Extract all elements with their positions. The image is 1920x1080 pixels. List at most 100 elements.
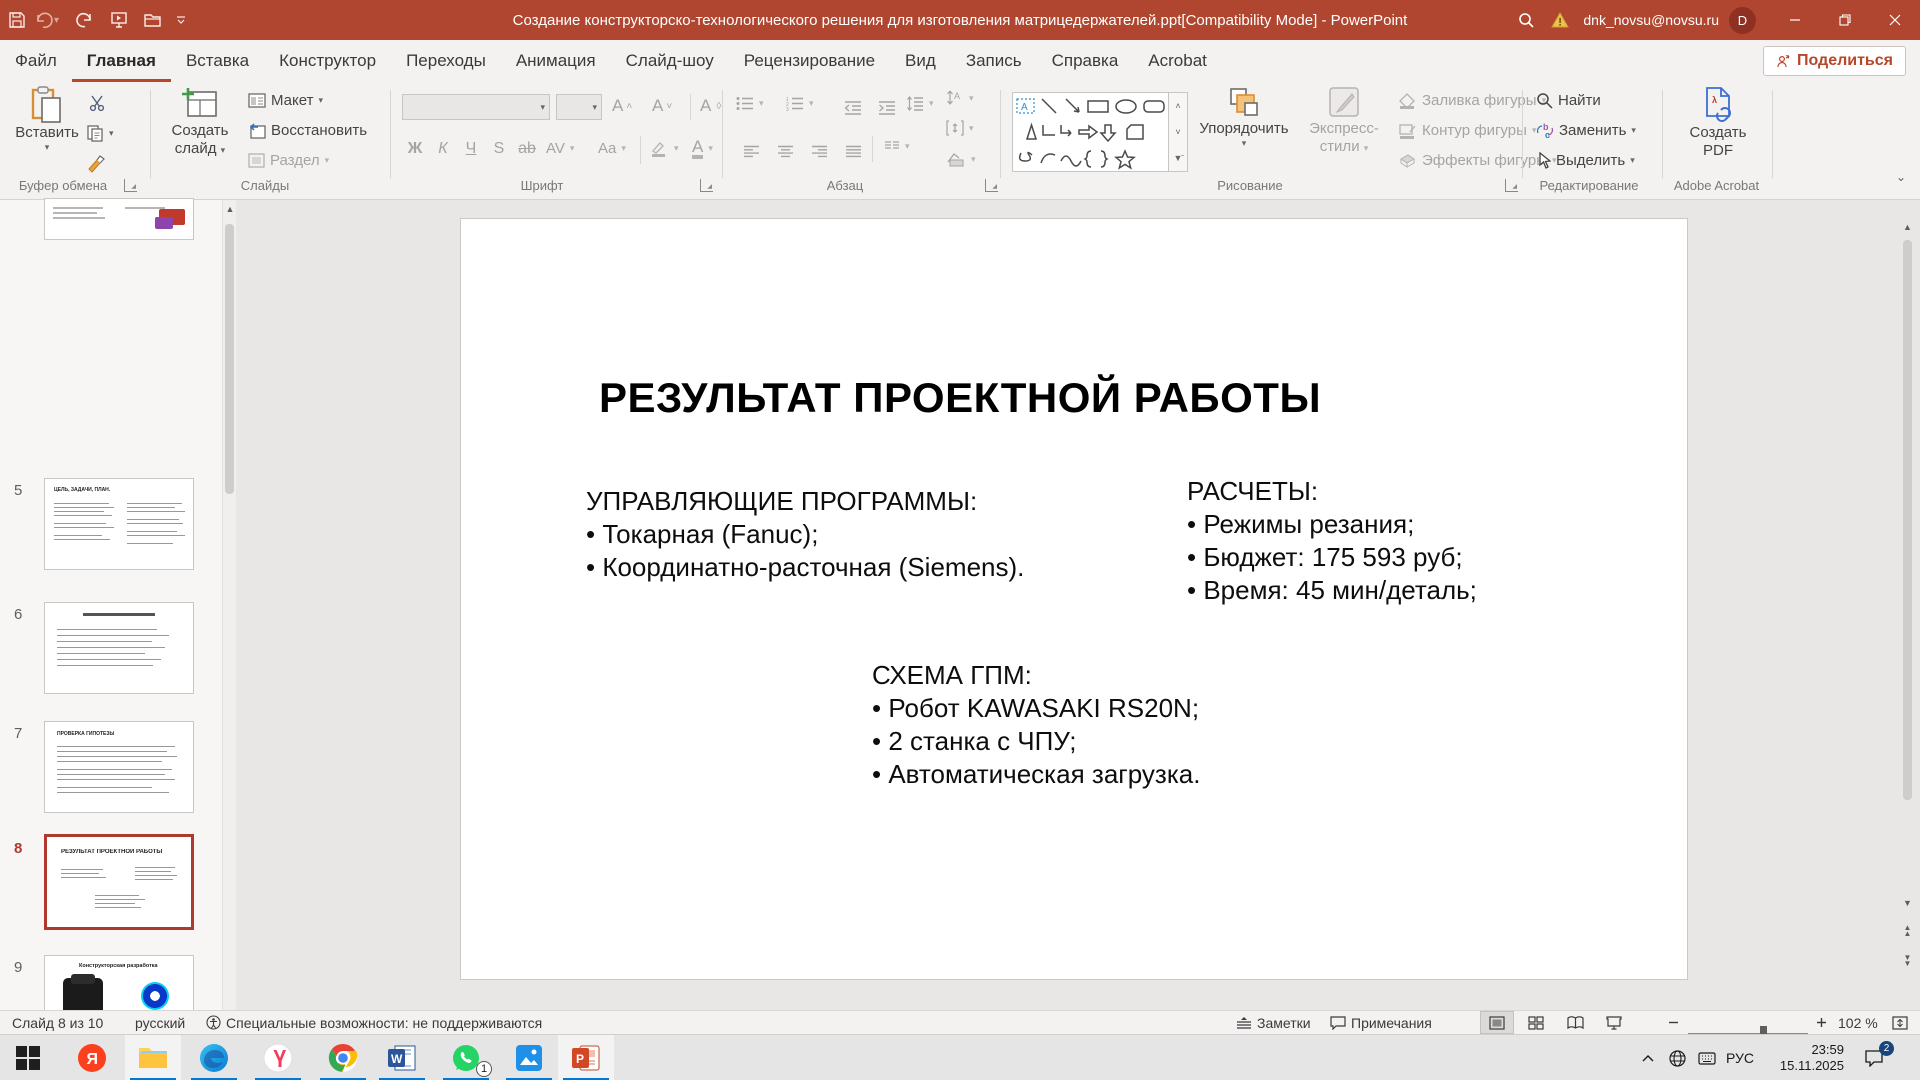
shapes-scroll-up-icon[interactable]: ˄	[1168, 93, 1187, 119]
thumbnail-scrollbar[interactable]: ▲	[222, 200, 236, 1010]
italic-button[interactable]: К	[430, 136, 456, 162]
tab-review[interactable]: Рецензирование	[729, 40, 890, 82]
thumbnail-scrollbar-thumb[interactable]	[225, 224, 234, 494]
start-slideshow-icon[interactable]	[102, 0, 136, 40]
new-slide-button[interactable]: Создать слайд ▾	[162, 86, 238, 159]
shapes-scroll-down-icon[interactable]: ˅	[1168, 119, 1187, 145]
underline-button[interactable]: Ч	[458, 136, 484, 162]
thumbnail-slide-7[interactable]: ПРОВЕРКА ГИПОТЕЗЫ	[44, 721, 194, 813]
accessibility-status[interactable]: Специальные возможности: не поддерживают…	[206, 1011, 542, 1034]
restore-button[interactable]	[1820, 0, 1870, 40]
slide-title[interactable]: РЕЗУЛЬТАТ ПРОЕКТНОЙ РАБОТЫ	[599, 374, 1321, 422]
increase-font-button[interactable]: A˄	[612, 96, 632, 116]
search-icon[interactable]	[1509, 0, 1543, 40]
shapes-gallery[interactable]: A ˄ ˅ ▼̄	[1012, 92, 1188, 172]
slide-scrollbar[interactable]: ▲ ▼ ▲▲ ▼▼	[1900, 218, 1915, 980]
tray-network-icon[interactable]	[1663, 1035, 1691, 1080]
align-left-button[interactable]	[736, 138, 766, 164]
tab-slideshow[interactable]: Слайд-шоу	[611, 40, 729, 82]
thumbnail-scroll-up-icon[interactable]: ▲	[223, 200, 237, 218]
justify-button[interactable]	[838, 138, 868, 164]
next-slide-button[interactable]: ▼▼	[1900, 948, 1915, 974]
word-icon[interactable]: W	[374, 1035, 430, 1080]
font-size-combo[interactable]: ▾	[556, 94, 602, 120]
tab-file[interactable]: Файл	[0, 40, 72, 82]
arrange-button[interactable]: Упорядочить ▾	[1196, 86, 1292, 149]
yandex-search-icon[interactable]	[250, 1035, 306, 1080]
tab-help[interactable]: Справка	[1037, 40, 1134, 82]
normal-view-button[interactable]	[1480, 1011, 1514, 1034]
undo-icon[interactable]: ▾	[34, 0, 68, 40]
layout-button[interactable]: Макет ▾	[248, 92, 323, 109]
align-text-button[interactable]: ▾	[946, 120, 974, 136]
text-direction-button[interactable]: A ▾	[946, 90, 974, 107]
thumbnail-slide-4-partial[interactable]	[44, 198, 194, 240]
slide-canvas[interactable]: РЕЗУЛЬТАТ ПРОЕКТНОЙ РАБОТЫ УПРАВЛЯЮЩИЕ П…	[460, 218, 1688, 980]
slide-text-calculations[interactable]: РАСЧЕТЫ: • Режимы резания; • Бюджет: 175…	[1187, 475, 1477, 607]
chrome-icon[interactable]	[315, 1035, 371, 1080]
shape-outline-button[interactable]: Контур фигуры ▾	[1398, 122, 1536, 139]
warning-icon[interactable]	[1543, 0, 1577, 40]
copy-button[interactable]: ▾	[86, 124, 114, 142]
tab-home[interactable]: Главная	[72, 40, 171, 82]
format-painter-button[interactable]	[86, 154, 106, 174]
slide-scroll-up-icon[interactable]: ▲	[1900, 218, 1915, 236]
language-indicator[interactable]: русский	[135, 1011, 185, 1034]
cut-button[interactable]	[88, 94, 108, 112]
columns-button[interactable]: ▾	[884, 140, 910, 152]
zoom-in-button[interactable]	[1816, 1011, 1827, 1034]
tray-keyboard-icon[interactable]	[1693, 1035, 1721, 1080]
select-button[interactable]: Выделить ▾	[1536, 152, 1635, 169]
tab-record[interactable]: Запись	[951, 40, 1037, 82]
tab-view[interactable]: Вид	[890, 40, 951, 82]
decrease-indent-button[interactable]	[838, 94, 868, 120]
slide-text-scheme[interactable]: СХЕМА ГПМ: • Робот KAWASAKI RS20N; • 2 с…	[872, 659, 1200, 791]
comments-button[interactable]: Примечания	[1330, 1011, 1432, 1034]
whatsapp-icon[interactable]: 1	[438, 1035, 494, 1080]
strikethrough-button[interactable]: ab	[514, 136, 540, 162]
notes-button[interactable]: Заметки	[1236, 1011, 1311, 1034]
reading-view-button[interactable]	[1558, 1011, 1592, 1034]
decrease-font-button[interactable]: A˅	[652, 96, 672, 116]
change-case-button[interactable]: Aa▾	[598, 140, 626, 157]
thumbnail-slide-8[interactable]: РЕЗУЛЬТАТ ПРОЕКТНОЙ РАБОТЫ	[44, 834, 194, 930]
clipboard-dialog-launcher-icon[interactable]	[124, 179, 137, 192]
minimize-button[interactable]	[1770, 0, 1820, 40]
open-folder-icon[interactable]	[136, 0, 170, 40]
slide-sorter-view-button[interactable]	[1519, 1011, 1553, 1034]
quick-styles-button[interactable]: Экспресс- стили ▾	[1298, 86, 1390, 157]
tab-acrobat[interactable]: Acrobat	[1133, 40, 1222, 82]
customize-quick-access-icon[interactable]	[170, 0, 192, 40]
numbering-button[interactable]: 123 ▾	[786, 96, 814, 111]
bold-button[interactable]: Ж	[402, 136, 428, 162]
tray-clock[interactable]: 23:59 15.11.2025	[1760, 1035, 1844, 1080]
shadow-button[interactable]: S	[486, 136, 512, 162]
slide-scrollbar-thumb[interactable]	[1903, 240, 1912, 800]
collapse-ribbon-icon[interactable]: ⌄	[1896, 170, 1906, 184]
find-button[interactable]: Найти	[1536, 92, 1601, 109]
clear-formatting-button[interactable]: A◊	[700, 96, 721, 116]
redo-icon[interactable]	[68, 0, 102, 40]
powerpoint-icon[interactable]: P	[558, 1035, 614, 1080]
slideshow-view-button[interactable]	[1597, 1011, 1631, 1034]
fit-to-window-button[interactable]	[1892, 1011, 1908, 1034]
section-button[interactable]: Раздел ▾	[248, 152, 329, 169]
reset-button[interactable]: Восстановить	[248, 122, 367, 139]
slide-text-programs[interactable]: УПРАВЛЯЮЩИЕ ПРОГРАММЫ: • Токарная (Fanuc…	[586, 485, 1024, 584]
avatar[interactable]: D	[1729, 7, 1756, 34]
font-color-button[interactable]: A ▾	[692, 138, 713, 159]
align-right-button[interactable]	[804, 138, 834, 164]
tray-show-hidden-icon[interactable]	[1634, 1035, 1662, 1080]
edge-icon[interactable]	[186, 1035, 242, 1080]
increase-indent-button[interactable]	[872, 94, 902, 120]
shape-effects-button[interactable]: Эффекты фигуры ▾	[1398, 152, 1557, 169]
tab-design[interactable]: Конструктор	[264, 40, 391, 82]
slide-counter[interactable]: Слайд 8 из 10	[12, 1011, 103, 1034]
convert-smartart-button[interactable]: ▾	[946, 152, 976, 167]
start-button[interactable]	[0, 1035, 56, 1080]
yandex-browser-icon[interactable]: Я	[64, 1035, 120, 1080]
tab-transitions[interactable]: Переходы	[391, 40, 501, 82]
close-button[interactable]	[1870, 0, 1920, 40]
shape-fill-button[interactable]: Заливка фигуры ▾	[1398, 92, 1546, 109]
create-pdf-button[interactable]: λ Создать PDF	[1678, 86, 1758, 160]
